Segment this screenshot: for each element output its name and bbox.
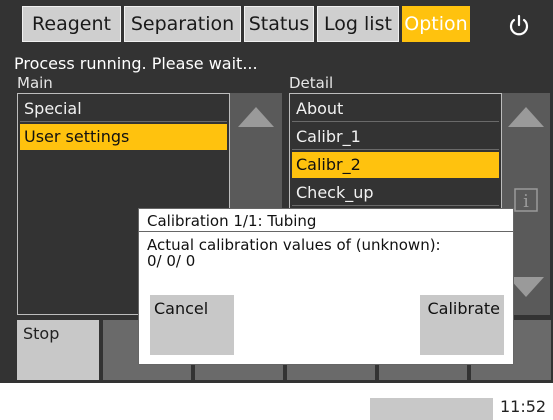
detail-item-calibr-2[interactable]: Calibr_2	[292, 152, 499, 178]
tab-log-list[interactable]: Log list	[317, 6, 399, 42]
detail-item-about[interactable]: About	[292, 96, 499, 122]
detail-panel-label: Detail	[289, 74, 334, 92]
detail-scroll-up-button[interactable]	[502, 97, 550, 137]
main-item-special[interactable]: Special	[20, 96, 227, 122]
stop-button[interactable]: Stop	[17, 320, 99, 380]
info-icon: i	[514, 188, 538, 212]
power-button[interactable]	[500, 8, 538, 42]
power-icon	[509, 14, 529, 36]
detail-item-calibr-1[interactable]: Calibr_1	[292, 124, 499, 150]
dialog-message-values: 0/ 0/ 0	[147, 252, 196, 270]
calibration-dialog: Calibration 1/1: Tubing Actual calibrati…	[138, 208, 514, 365]
arrow-up-icon	[508, 107, 544, 127]
dialog-message: Actual calibration values of (unknown): …	[147, 237, 441, 269]
tab-status[interactable]: Status	[244, 6, 314, 42]
main-item-user-settings[interactable]: User settings	[20, 124, 227, 150]
main-scroll-up-button[interactable]	[230, 97, 282, 137]
info-button[interactable]: i	[512, 187, 540, 213]
cancel-button[interactable]: Cancel	[150, 295, 234, 355]
status-text: Process running. Please wait...	[14, 54, 258, 73]
arrow-up-icon	[238, 107, 274, 127]
tab-option[interactable]: Option	[402, 6, 470, 42]
tab-reagent[interactable]: Reagent	[22, 6, 121, 42]
calibrate-button[interactable]: Calibrate	[420, 295, 504, 355]
main-panel-label: Main	[17, 74, 53, 92]
tab-separation[interactable]: Separation	[124, 6, 241, 42]
clock: 11:52	[500, 397, 547, 416]
taskbar-slot[interactable]	[370, 398, 493, 420]
dialog-title: Calibration 1/1: Tubing	[147, 212, 317, 230]
detail-item-check-up[interactable]: Check_up	[292, 180, 499, 206]
dialog-divider	[139, 231, 513, 232]
svg-text:i: i	[523, 191, 529, 212]
dialog-message-line: Actual calibration values of (unknown):	[147, 236, 441, 254]
